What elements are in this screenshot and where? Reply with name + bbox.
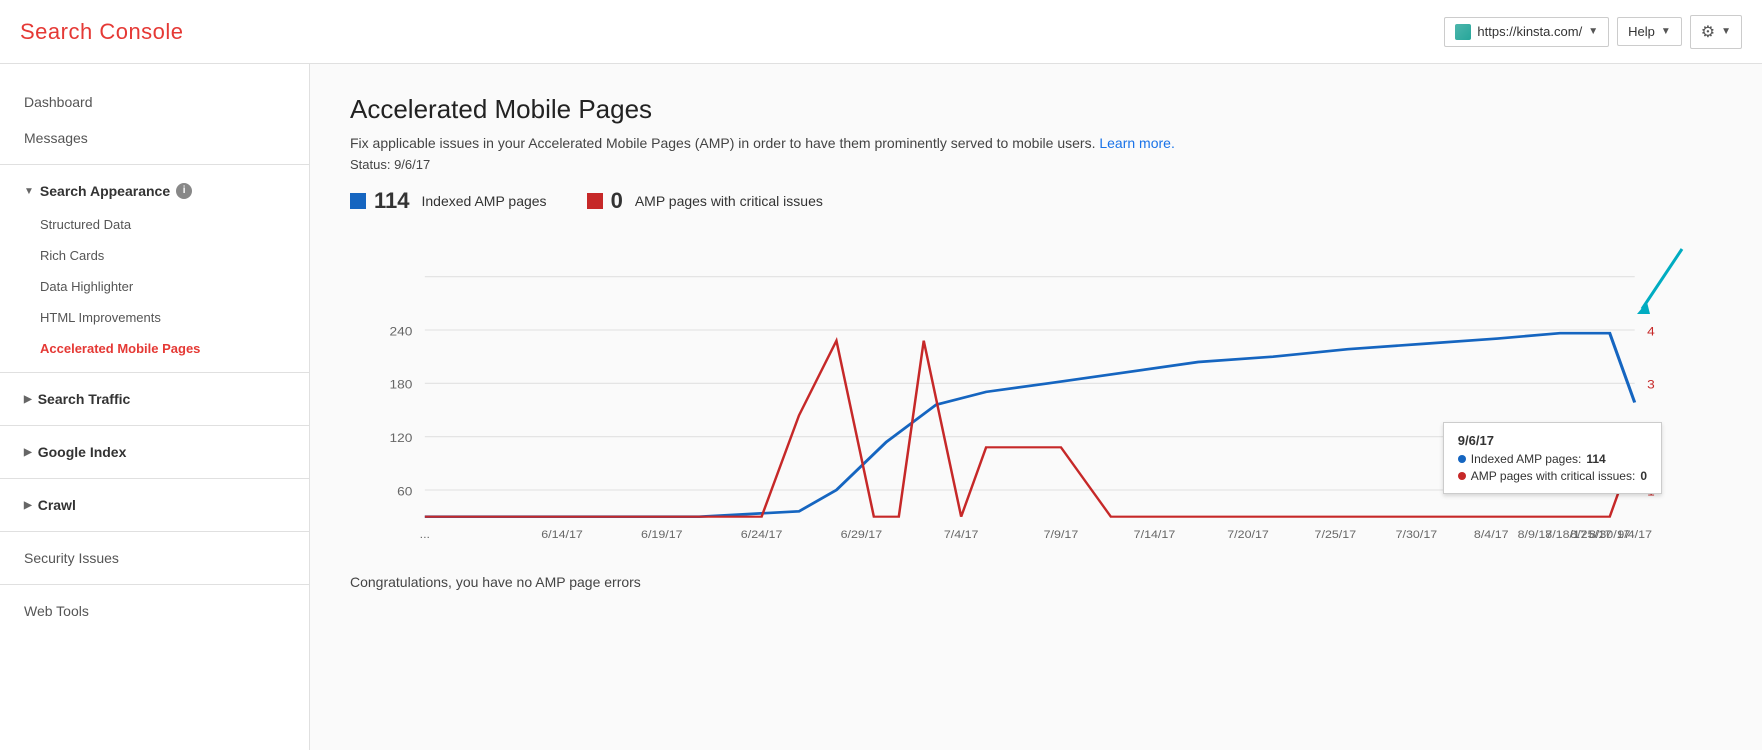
tooltip-critical-value: 0 xyxy=(1640,469,1647,483)
info-icon: i xyxy=(176,183,192,199)
legend-critical: 0 AMP pages with critical issues xyxy=(587,188,823,214)
site-icon xyxy=(1455,24,1471,40)
status-line: Status: 9/6/17 xyxy=(350,157,1722,172)
sidebar-item-crawl[interactable]: ▶ Crawl xyxy=(0,487,309,523)
svg-text:6/24/17: 6/24/17 xyxy=(741,529,783,541)
sidebar-item-rich-cards[interactable]: Rich Cards xyxy=(0,240,309,271)
header-controls: https://kinsta.com/ ▼ Help ▼ ⚙ ▼ xyxy=(1444,15,1742,49)
divider-1 xyxy=(0,164,309,165)
expand-icon-crawl: ▶ xyxy=(24,500,32,511)
chart-legend: 114 Indexed AMP pages 0 AMP pages with c… xyxy=(350,188,1722,214)
legend-red-box xyxy=(587,193,603,209)
sidebar-item-amp[interactable]: Accelerated Mobile Pages xyxy=(0,333,309,364)
legend-indexed: 114 Indexed AMP pages xyxy=(350,188,547,214)
svg-text:9/4/17: 9/4/17 xyxy=(1617,529,1652,541)
sidebar-section-search-appearance[interactable]: ▼ Search Appearance i xyxy=(0,173,309,209)
main-content: Accelerated Mobile Pages Fix applicable … xyxy=(310,64,1762,750)
sidebar: Dashboard Messages ▼ Search Appearance i… xyxy=(0,64,310,750)
critical-label: AMP pages with critical issues xyxy=(635,193,823,209)
svg-text:6/14/17: 6/14/17 xyxy=(541,529,583,541)
help-dropdown-arrow: ▼ xyxy=(1661,26,1671,37)
svg-text:6/29/17: 6/29/17 xyxy=(841,529,883,541)
main-layout: Dashboard Messages ▼ Search Appearance i… xyxy=(0,64,1762,750)
help-button[interactable]: Help ▼ xyxy=(1617,17,1682,46)
svg-text:...: ... xyxy=(420,529,430,541)
svg-text:3: 3 xyxy=(1647,378,1655,392)
expand-icon-traffic: ▶ xyxy=(24,394,32,405)
congrats-text: Congratulations, you have no AMP page er… xyxy=(350,574,1722,590)
expand-icon: ▼ xyxy=(24,186,34,197)
legend-blue-box xyxy=(350,193,366,209)
divider-6 xyxy=(0,584,309,585)
help-label: Help xyxy=(1628,24,1655,39)
sidebar-item-search-traffic[interactable]: ▶ Search Traffic xyxy=(0,381,309,417)
tooltip-blue-dot xyxy=(1458,455,1466,463)
app-title: Search Console xyxy=(20,19,184,45)
tooltip-indexed-label: Indexed AMP pages: xyxy=(1471,452,1582,466)
indexed-count: 114 xyxy=(374,188,410,214)
page-description: Fix applicable issues in your Accelerate… xyxy=(350,135,1722,151)
svg-text:4: 4 xyxy=(1647,324,1655,338)
sidebar-item-security-issues[interactable]: Security Issues xyxy=(0,540,309,576)
divider-5 xyxy=(0,531,309,532)
sidebar-item-web-tools[interactable]: Web Tools xyxy=(0,593,309,629)
svg-text:7/25/17: 7/25/17 xyxy=(1315,529,1357,541)
indexed-label: Indexed AMP pages xyxy=(422,193,547,209)
site-url: https://kinsta.com/ xyxy=(1477,24,1582,39)
site-dropdown-arrow: ▼ xyxy=(1588,26,1598,37)
svg-text:240: 240 xyxy=(389,324,412,338)
critical-count: 0 xyxy=(611,188,623,214)
chart-tooltip: 9/6/17 Indexed AMP pages: 114 AMP pages … xyxy=(1443,422,1662,494)
tooltip-row-critical: AMP pages with critical issues: 0 xyxy=(1458,469,1647,483)
svg-text:120: 120 xyxy=(389,431,412,445)
svg-text:7/14/17: 7/14/17 xyxy=(1134,529,1176,541)
chart-svg: 60 120 180 240 1 2 3 4 xyxy=(350,234,1722,554)
sidebar-item-data-highlighter[interactable]: Data Highlighter xyxy=(0,271,309,302)
svg-text:7/9/17: 7/9/17 xyxy=(1044,529,1079,541)
svg-text:7/4/17: 7/4/17 xyxy=(944,529,979,541)
site-selector[interactable]: https://kinsta.com/ ▼ xyxy=(1444,17,1609,47)
divider-4 xyxy=(0,478,309,479)
tooltip-indexed-value: 114 xyxy=(1586,452,1605,466)
tooltip-date: 9/6/17 xyxy=(1458,433,1647,448)
svg-text:60: 60 xyxy=(397,484,412,498)
header: Search Console https://kinsta.com/ ▼ Hel… xyxy=(0,0,1762,64)
divider-2 xyxy=(0,372,309,373)
settings-dropdown-arrow: ▼ xyxy=(1721,26,1731,37)
tooltip-critical-label: AMP pages with critical issues: xyxy=(1471,469,1636,483)
svg-text:8/4/17: 8/4/17 xyxy=(1474,529,1509,541)
tooltip-red-dot xyxy=(1458,472,1466,480)
svg-text:6/19/17: 6/19/17 xyxy=(641,529,683,541)
svg-text:7/30/17: 7/30/17 xyxy=(1396,529,1438,541)
sidebar-item-structured-data[interactable]: Structured Data xyxy=(0,209,309,240)
learn-more-link[interactable]: Learn more. xyxy=(1099,135,1174,151)
page-title: Accelerated Mobile Pages xyxy=(350,94,1722,125)
settings-button[interactable]: ⚙ ▼ xyxy=(1690,15,1742,49)
sidebar-item-dashboard[interactable]: Dashboard xyxy=(0,84,309,120)
chart-area: 60 120 180 240 1 2 3 4 xyxy=(350,234,1722,554)
sidebar-item-messages[interactable]: Messages xyxy=(0,120,309,156)
sidebar-item-html-improvements[interactable]: HTML Improvements xyxy=(0,302,309,333)
svg-text:7/20/17: 7/20/17 xyxy=(1227,529,1269,541)
divider-3 xyxy=(0,425,309,426)
tooltip-row-indexed: Indexed AMP pages: 114 xyxy=(1458,452,1647,466)
sidebar-item-google-index[interactable]: ▶ Google Index xyxy=(0,434,309,470)
expand-icon-google: ▶ xyxy=(24,447,32,458)
gear-icon: ⚙ xyxy=(1701,22,1715,42)
svg-text:180: 180 xyxy=(389,378,412,392)
